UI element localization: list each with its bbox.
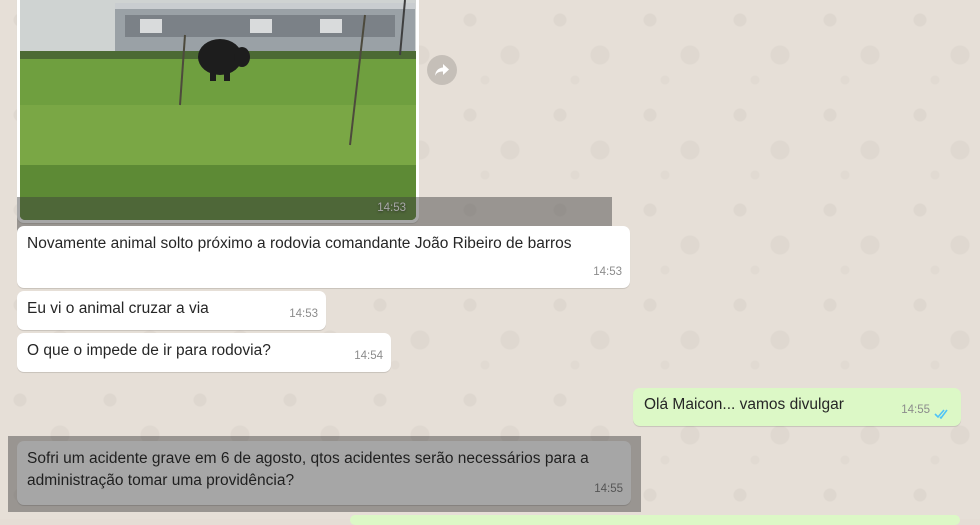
message-timestamp: 14:55 <box>901 404 930 416</box>
forward-button[interactable] <box>427 55 457 85</box>
message-text: Novamente animal solto próximo a rodovia… <box>27 235 572 252</box>
message-timestamp: 14:54 <box>354 350 383 362</box>
message-timestamp: 14:53 <box>289 308 318 320</box>
message-photo[interactable]: 14:53 <box>20 0 416 220</box>
outgoing-message[interactable]: Olá Maicon... vamos divulgar 14:55 <box>633 388 961 426</box>
read-double-check-icon <box>934 409 948 419</box>
message-text-line: Sofri um acidente grave em 6 de agosto, … <box>27 450 589 467</box>
forward-icon <box>435 64 449 76</box>
incoming-message[interactable]: Sofri um acidente grave em 6 de agosto, … <box>17 441 631 505</box>
message-text: Eu vi o animal cruzar a via <box>27 300 209 317</box>
image-message[interactable]: 14:53 <box>17 0 419 223</box>
incoming-message[interactable]: Novamente animal solto próximo a rodovia… <box>17 226 630 288</box>
incoming-message[interactable]: Eu vi o animal cruzar a via 14:53 <box>17 291 326 330</box>
incoming-message[interactable]: O que o impede de ir para rodovia? 14:54 <box>17 333 391 372</box>
message-text: Olá Maicon... vamos divulgar <box>644 396 844 413</box>
message-text-line: administração tomar uma providência? <box>27 472 295 489</box>
message-timestamp: 14:55 <box>594 483 623 495</box>
message-timestamp: 14:53 <box>593 266 622 278</box>
message-text: O que o impede de ir para rodovia? <box>27 342 271 359</box>
outgoing-message-partial[interactable] <box>350 515 960 525</box>
